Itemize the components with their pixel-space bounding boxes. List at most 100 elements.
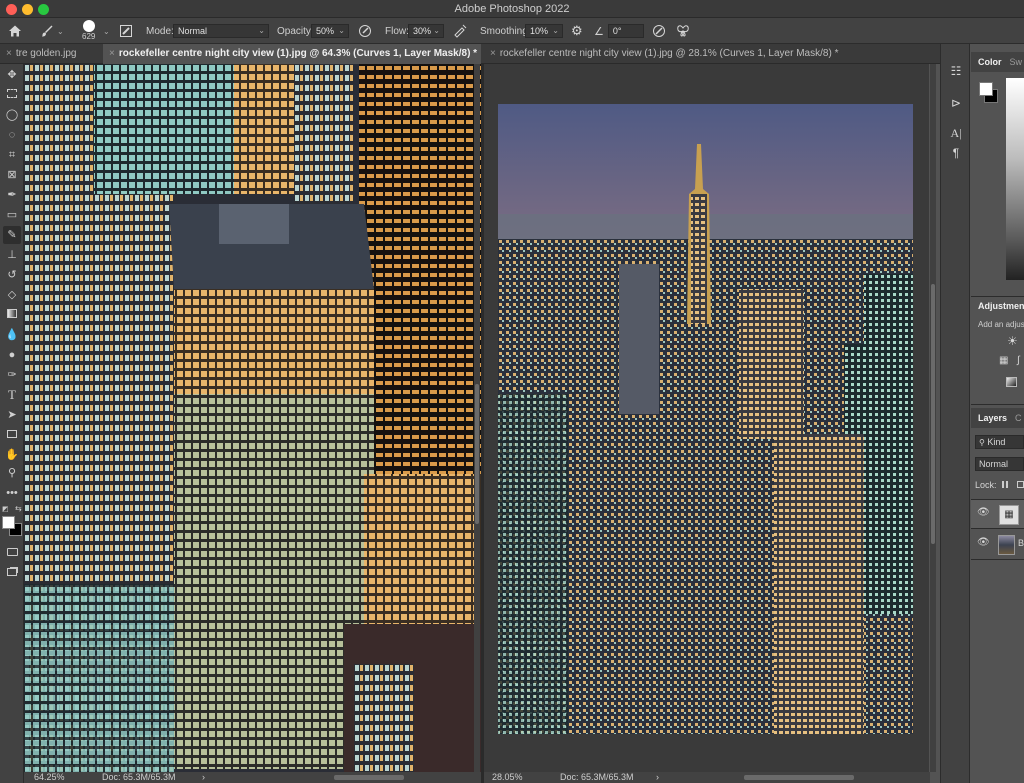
doc1-vertical-scrollbar[interactable] <box>474 64 480 772</box>
arrow-icon: ➤ <box>7 409 17 421</box>
hand-tool[interactable]: ✋ <box>3 446 21 464</box>
angle-field[interactable]: 0° <box>607 24 644 38</box>
default-colors-icon[interactable]: ◩ <box>2 505 9 513</box>
tab-swatches[interactable]: Sw <box>1002 57 1023 67</box>
opacity-field[interactable]: 50% ⌄ <box>311 18 349 44</box>
tab-rockefeller-64[interactable]: × rockefeller centre night city view (1).… <box>103 44 481 64</box>
smoothing-label: Smoothing: <box>480 25 531 37</box>
symmetry-button[interactable] <box>676 18 690 44</box>
color-spectrum[interactable] <box>1006 78 1024 280</box>
history-brush-tool[interactable]: ↺ <box>3 266 21 284</box>
brush-tool[interactable]: ✎ <box>3 226 21 244</box>
color-panel-foreground-swatch[interactable] <box>979 82 993 96</box>
swap-colors-icon[interactable]: ⇆ <box>15 504 22 513</box>
close-tab-icon[interactable]: × <box>109 48 119 59</box>
brush-tool-preset-picker[interactable]: ⌄ <box>40 18 64 44</box>
rectangle-tool[interactable] <box>3 426 21 444</box>
gradient-map-adjustment-button[interactable] <box>1006 377 1017 387</box>
brush-caret[interactable]: ⌄ <box>103 18 110 44</box>
doc1-doc-info[interactable]: Doc: 65.3M/65.3M <box>102 772 176 783</box>
tab-label: rockefeller centre night city view (1).j… <box>118 48 478 59</box>
home-button[interactable] <box>8 18 22 44</box>
layer-row-curves[interactable]: 👁 ▦ <box>971 499 1024 529</box>
layer-blend-mode[interactable]: Normal <box>975 457 1024 471</box>
smoothing-settings-button[interactable]: ⚙ <box>571 18 583 44</box>
doc1-scroll-thumb[interactable] <box>475 384 479 524</box>
sliders-icon: ☷ <box>950 64 962 78</box>
tab-layers[interactable]: Layers <box>978 413 1007 423</box>
doc1-status-arrow-icon[interactable]: › <box>202 772 205 783</box>
lock-transparent-pixels-icon[interactable] <box>1002 481 1010 488</box>
layer-kind-filter[interactable]: ⚲ Kind <box>975 435 1024 449</box>
doc2-status-arrow-icon[interactable]: › <box>656 772 659 783</box>
blur-tool[interactable]: 💧 <box>3 326 21 344</box>
close-tab-icon[interactable]: × <box>6 48 16 59</box>
doc2-vertical-scrollbar[interactable] <box>930 64 936 772</box>
lasso-tool[interactable]: ◯ <box>3 106 21 124</box>
history-panel-button[interactable]: ⊳ <box>947 94 965 112</box>
brush-icon: ✎ <box>7 229 17 241</box>
quick-mask-button[interactable] <box>3 544 21 562</box>
layer-row-background[interactable]: 👁 B <box>971 530 1024 560</box>
eyedropper-tool[interactable]: ✒ <box>3 186 21 204</box>
tab-channels[interactable]: C <box>1007 413 1022 423</box>
brush-size-picker[interactable]: 629 <box>82 17 95 43</box>
foreground-color-swatch[interactable] <box>2 516 15 529</box>
pressure-opacity-button[interactable] <box>358 18 372 44</box>
doc1-horizontal-scroll-thumb[interactable] <box>334 775 404 780</box>
doc2-scroll-thumb[interactable] <box>931 284 935 544</box>
mode-dropdown[interactable]: Normal ⌄ <box>173 18 269 44</box>
quick-selection-tool[interactable]: ◌ <box>3 126 21 144</box>
path-selection-tool[interactable]: ➤ <box>3 406 21 424</box>
doc1-zoom-level[interactable]: 64.25% <box>34 772 65 783</box>
dodge-tool[interactable]: ● <box>3 346 21 364</box>
zoom-tool[interactable]: ⚲ <box>3 464 21 482</box>
doc2-horizontal-scroll-thumb[interactable] <box>744 775 854 780</box>
pressure-size-button[interactable] <box>652 18 666 44</box>
curves-adjustment-button[interactable]: ▦ <box>999 355 1008 366</box>
eraser-icon: ◇ <box>7 289 17 301</box>
lock-image-pixels-icon[interactable] <box>1016 481 1024 488</box>
collapsed-panels-strip: ☷ ⊳ A| ¶ <box>940 44 970 783</box>
smoothing-field[interactable]: 10% ⌄ <box>525 18 563 44</box>
eye-icon[interactable]: 👁 <box>977 537 990 548</box>
edit-toolbar-button[interactable]: ••• <box>3 484 21 502</box>
levels-adjustment-button[interactable]: ∫ <box>1017 355 1020 366</box>
airbrush-button[interactable] <box>453 18 467 44</box>
character-panel-button[interactable]: A| <box>947 124 965 142</box>
doc2-doc-info[interactable]: Doc: 65.3M/65.3M <box>560 772 634 783</box>
gradient-tool[interactable] <box>3 306 21 324</box>
frame-tool[interactable]: ⊠ <box>3 166 21 184</box>
doc1-status-bar: 64.25% Doc: 65.3M/65.3M › <box>24 772 481 783</box>
quick-mask-icon <box>6 548 18 556</box>
flow-field[interactable]: 30% ⌄ <box>408 18 444 44</box>
close-tab-icon[interactable]: × <box>490 48 500 59</box>
layers-panel-header: Layers C <box>971 408 1024 428</box>
move-tool[interactable]: ✥ <box>3 66 21 84</box>
properties-panel-button[interactable]: ☷ <box>947 62 965 80</box>
opacity-value: 50% <box>316 26 335 36</box>
tab-color[interactable]: Color <box>978 57 1002 67</box>
tab-label: rockefeller centre night city view (1).j… <box>499 48 839 59</box>
tools-panel: ✥ ◯ ◌ ⌗ ⊠ ✒ ▭ ✎ ⊥ ↺ ◇ 💧 ● ✑ T ➤ ✋ ⚲ ••• … <box>0 64 24 783</box>
doc2-zoom-level[interactable]: 28.05% <box>492 772 523 783</box>
right-panels: Color Sw Adjustment Add an adjus ☀ ▦ ∫ La… <box>971 44 1024 783</box>
blend-mode-value: Normal <box>979 459 1009 469</box>
paragraph-panel-button[interactable]: ¶ <box>947 144 965 162</box>
type-tool[interactable]: T <box>3 386 21 404</box>
healing-brush-tool[interactable]: ▭ <box>3 206 21 224</box>
eraser-tool[interactable]: ◇ <box>3 286 21 304</box>
screen-mode-button[interactable] <box>3 564 21 582</box>
angle-field-group[interactable]: ∠ 0° <box>594 18 644 44</box>
crop-tool[interactable]: ⌗ <box>3 146 21 164</box>
brightness-adjustment-button[interactable]: ☀ <box>1007 334 1018 348</box>
tab-golden[interactable]: × tre golden.jpg <box>0 44 103 64</box>
clone-stamp-tool[interactable]: ⊥ <box>3 246 21 264</box>
marquee-tool[interactable] <box>3 86 21 104</box>
tab-rockefeller-28[interactable]: × rockefeller centre night city view (1).… <box>484 44 940 64</box>
document-canvas-zoomed[interactable] <box>24 64 481 772</box>
pen-tool[interactable]: ✑ <box>3 366 21 384</box>
brush-settings-button[interactable] <box>119 18 133 44</box>
eye-icon[interactable]: 👁 <box>977 507 990 518</box>
document-canvas-fit[interactable] <box>484 64 929 772</box>
